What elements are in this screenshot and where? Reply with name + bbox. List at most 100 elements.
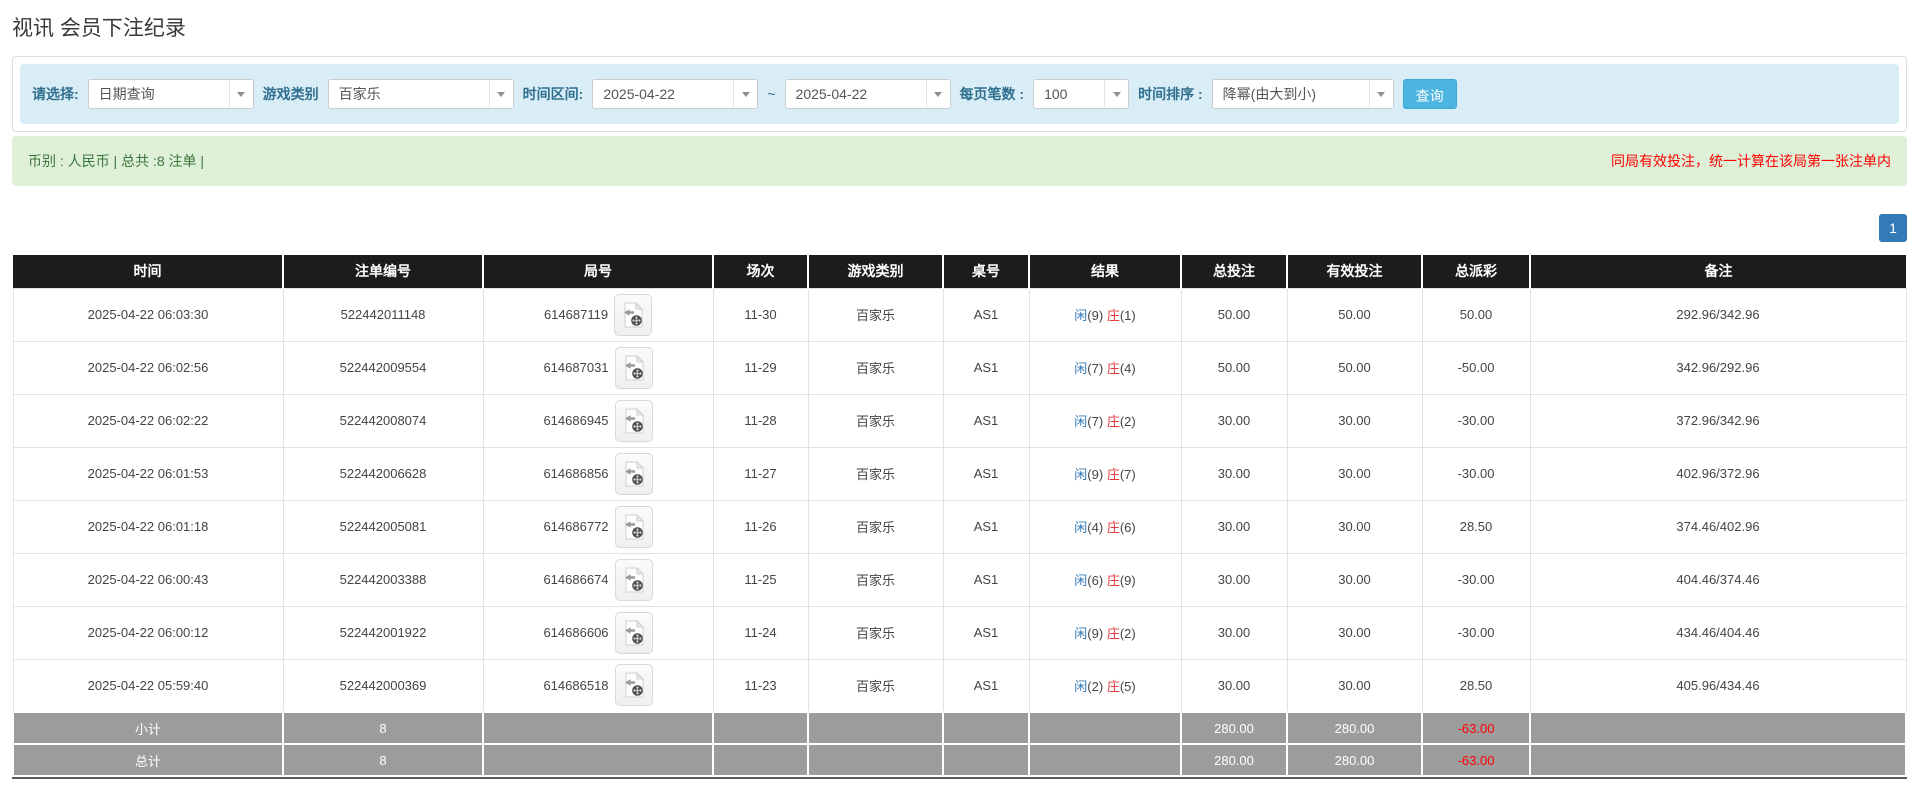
- video-replay-button[interactable]: [615, 612, 653, 654]
- table-row: 2025-04-22 06:00:12 522442001922 6146866…: [13, 606, 1906, 659]
- remark: 405.96/434.46: [1530, 659, 1906, 712]
- col-header-result: 结果: [1029, 255, 1181, 288]
- total-row: 总计 8 280.00 280.00 -63.00: [13, 744, 1906, 776]
- bet-time: 2025-04-22 06:01:18: [13, 500, 283, 553]
- col-header-table-no: 桌号: [943, 255, 1029, 288]
- chevron-down-icon[interactable]: [926, 80, 950, 108]
- payout: 28.50: [1422, 500, 1530, 553]
- chevron-down-icon[interactable]: [229, 80, 253, 108]
- remark: 404.46/374.46: [1530, 553, 1906, 606]
- query-type-select[interactable]: 日期查询: [88, 79, 254, 109]
- table-no: AS1: [943, 659, 1029, 712]
- session: 11-27: [713, 447, 808, 500]
- date-to-select[interactable]: 2025-04-22: [785, 79, 951, 109]
- time-range-label: 时间区间:: [523, 84, 584, 104]
- game-category-select[interactable]: 百家乐: [328, 79, 514, 109]
- col-header-session: 场次: [713, 255, 808, 288]
- valid-bet: 30.00: [1287, 394, 1422, 447]
- date-from-select[interactable]: 2025-04-22: [592, 79, 758, 109]
- result-player-label: 闲: [1074, 414, 1087, 429]
- bet-records-table: 时间 注单编号 局号 场次 游戏类别 桌号 结果 总投注 有效投注 总派彩 备注…: [12, 255, 1907, 777]
- round-id: 614686856: [543, 466, 608, 481]
- table-no: AS1: [943, 341, 1029, 394]
- session: 11-26: [713, 500, 808, 553]
- filter-bar: 请选择: 日期查询 游戏类别 百家乐 时间区间: 2025-04-22 ~ 20…: [20, 64, 1899, 124]
- video-file-icon: [623, 672, 645, 698]
- session: 11-24: [713, 606, 808, 659]
- table-row: 2025-04-22 06:01:18 522442005081 6146867…: [13, 500, 1906, 553]
- table-row: 2025-04-22 06:00:43 522442003388 6146866…: [13, 553, 1906, 606]
- result-cell: 闲(9) 庄(7): [1029, 447, 1181, 500]
- video-replay-button[interactable]: [614, 294, 652, 336]
- page-size-select[interactable]: 100: [1033, 79, 1129, 109]
- col-header-total-bet: 总投注: [1181, 255, 1287, 288]
- game-category: 百家乐: [808, 606, 943, 659]
- total-bet-link[interactable]: 50.00: [1181, 341, 1287, 394]
- round-id-cell: 614686945: [483, 394, 713, 447]
- table-row: 2025-04-22 06:02:22 522442008074 6146869…: [13, 394, 1906, 447]
- total-bet-link[interactable]: 30.00: [1181, 447, 1287, 500]
- table-row: 2025-04-22 05:59:40 522442000369 6146865…: [13, 659, 1906, 712]
- search-button[interactable]: 查询: [1403, 79, 1457, 109]
- result-banker-label: 庄: [1107, 679, 1120, 694]
- round-id: 614686674: [543, 572, 608, 587]
- chevron-down-icon[interactable]: [489, 80, 513, 108]
- result-cell: 闲(6) 庄(9): [1029, 553, 1181, 606]
- round-id-cell: 614686518: [483, 659, 713, 712]
- round-id: 614686945: [543, 413, 608, 428]
- valid-bet: 30.00: [1287, 659, 1422, 712]
- total-bet-link[interactable]: 30.00: [1181, 606, 1287, 659]
- total-bet-link[interactable]: 30.00: [1181, 553, 1287, 606]
- time-sort-select[interactable]: 降幂(由大到小): [1212, 79, 1394, 109]
- subtotal-payout: -63.00: [1422, 712, 1530, 744]
- total-bet-link[interactable]: 30.00: [1181, 394, 1287, 447]
- total-bet-link[interactable]: 50.00: [1181, 288, 1287, 341]
- valid-bet: 30.00: [1287, 553, 1422, 606]
- result-banker-label: 庄: [1107, 414, 1120, 429]
- total-count: 8: [283, 744, 483, 776]
- game-category: 百家乐: [808, 659, 943, 712]
- game-category: 百家乐: [808, 288, 943, 341]
- game-category: 百家乐: [808, 500, 943, 553]
- game-category: 百家乐: [808, 447, 943, 500]
- video-replay-button[interactable]: [615, 453, 653, 495]
- remark: 372.96/342.96: [1530, 394, 1906, 447]
- col-header-remark: 备注: [1530, 255, 1906, 288]
- round-id: 614687119: [544, 307, 608, 322]
- video-replay-button[interactable]: [615, 506, 653, 548]
- result-banker-label: 庄: [1107, 626, 1120, 641]
- table-no: AS1: [943, 288, 1029, 341]
- round-id: 614686518: [543, 678, 608, 693]
- video-replay-button[interactable]: [615, 559, 653, 601]
- round-id-cell: 614686606: [483, 606, 713, 659]
- video-replay-button[interactable]: [615, 347, 653, 389]
- result-cell: 闲(7) 庄(4): [1029, 341, 1181, 394]
- video-replay-button[interactable]: [615, 400, 653, 442]
- round-id-cell: 614686856: [483, 447, 713, 500]
- chevron-down-icon[interactable]: [733, 80, 757, 108]
- table-body: 2025-04-22 06:03:30 522442011148 6146871…: [13, 288, 1906, 712]
- summary-bar: 币别 : 人民币 | 总共 :8 注单 | 同局有效投注，统一计算在该局第一张注…: [12, 136, 1907, 186]
- col-header-time: 时间: [13, 255, 283, 288]
- total-bet-link[interactable]: 30.00: [1181, 500, 1287, 553]
- video-file-icon: [623, 408, 645, 434]
- valid-bet: 50.00: [1287, 341, 1422, 394]
- time-sort-value: 降幂(由大到小): [1213, 80, 1369, 108]
- filter-panel: 请选择: 日期查询 游戏类别 百家乐 时间区间: 2025-04-22 ~ 20…: [12, 56, 1907, 132]
- valid-bet: 50.00: [1287, 288, 1422, 341]
- table-row: 2025-04-22 06:01:53 522442006628 6146868…: [13, 447, 1906, 500]
- subtotal-total-bet: 280.00: [1181, 712, 1287, 744]
- table-header-row: 时间 注单编号 局号 场次 游戏类别 桌号 结果 总投注 有效投注 总派彩 备注: [13, 255, 1906, 288]
- total-bet-link[interactable]: 30.00: [1181, 659, 1287, 712]
- video-replay-button[interactable]: [615, 664, 653, 706]
- bet-time: 2025-04-22 06:01:53: [13, 447, 283, 500]
- result-cell: 闲(9) 庄(2): [1029, 606, 1181, 659]
- table-row: 2025-04-22 06:02:56 522442009554 6146870…: [13, 341, 1906, 394]
- chevron-down-icon[interactable]: [1369, 80, 1393, 108]
- chevron-down-icon[interactable]: [1104, 80, 1128, 108]
- page-button-1[interactable]: 1: [1879, 214, 1907, 242]
- result-player-label: 闲: [1074, 361, 1087, 376]
- round-id: 614687031: [543, 360, 608, 375]
- result-player-label: 闲: [1074, 679, 1087, 694]
- result-banker-label: 庄: [1107, 573, 1120, 588]
